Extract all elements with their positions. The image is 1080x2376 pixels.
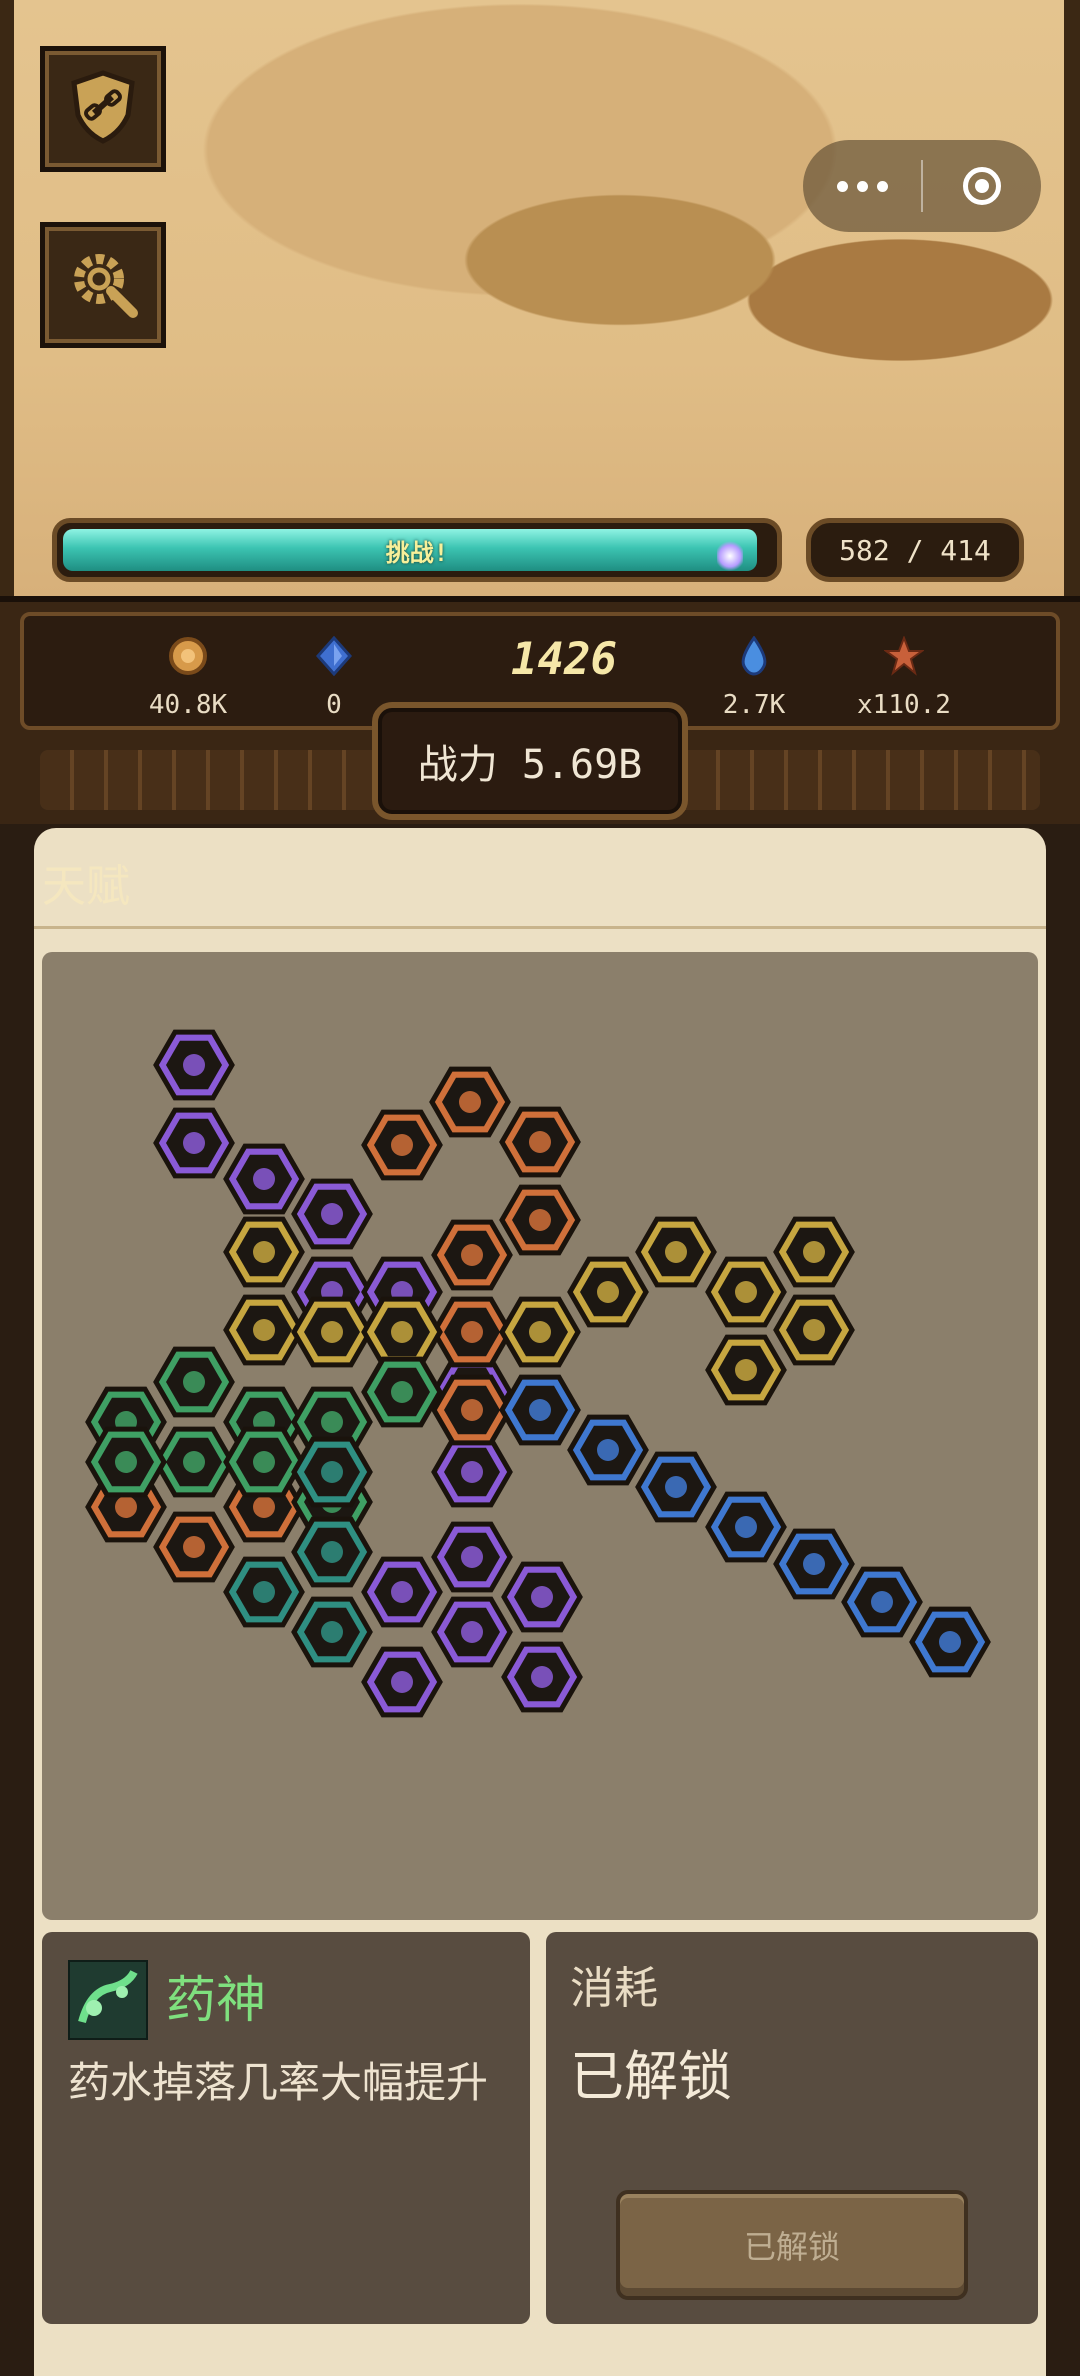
guild-button[interactable] (40, 46, 166, 172)
cost-card: 消耗 已解锁 已解锁 (546, 1932, 1038, 2324)
talent-node-purple-11[interactable] (501, 1561, 583, 1633)
water-value: 2.7K (722, 690, 786, 720)
talent-node-teal-53[interactable] (291, 1596, 373, 1668)
talent-node-yellow-27[interactable] (361, 1296, 443, 1368)
challenge-progress-bar[interactable]: 挑战! (52, 518, 782, 582)
talent-node-yellow-26[interactable] (291, 1296, 373, 1368)
talent-node-green-39[interactable] (223, 1426, 305, 1498)
talent-node-purple-3[interactable] (291, 1178, 373, 1250)
resource-water: 2.7K (694, 636, 814, 720)
resource-hud: 40.8K 0 1426 2.7K x110.2 战力 5.69B (0, 596, 1080, 824)
talent-node-blue-50[interactable] (909, 1606, 991, 1678)
star-value: x110.2 (857, 690, 951, 720)
water-drop-icon (734, 636, 774, 676)
talent-name: 药神 (166, 1971, 266, 2029)
mini-program-capsule (803, 140, 1041, 232)
talent-node-purple-12[interactable] (501, 1641, 583, 1713)
talent-node-blue-44[interactable] (499, 1374, 581, 1446)
combat-power: 战力 5.69B (372, 702, 688, 820)
talent-node-purple-2[interactable] (223, 1143, 305, 1215)
stage-counter: 582 / 414 (806, 518, 1024, 582)
talent-node-yellow-28[interactable] (499, 1296, 581, 1368)
star-icon (884, 636, 924, 676)
talent-info-card: 药神 药水掉落几率大幅提升 (42, 1932, 530, 2324)
talent-node-yellow-29[interactable] (567, 1256, 649, 1328)
map-border (1064, 0, 1080, 600)
talent-node-green-41[interactable] (85, 1426, 167, 1498)
unlock-button[interactable]: 已解锁 (616, 2190, 968, 2300)
more-dots-icon[interactable] (803, 180, 921, 192)
talent-node-yellow-30[interactable] (635, 1216, 717, 1288)
talent-node-orange-14[interactable] (361, 1109, 443, 1181)
talent-tree (42, 952, 1038, 1920)
panel-title: 天赋 (42, 861, 130, 912)
challenge-label: 挑战! (385, 538, 449, 567)
talent-node-green-42[interactable] (361, 1356, 443, 1428)
talent-panel: 天赋 药神 药水掉落几率大幅提升 消耗 已解锁 已解锁 (34, 828, 1046, 2376)
talent-node-purple-10[interactable] (431, 1596, 513, 1668)
settings-wrench-icon (65, 245, 141, 325)
coin-value: 40.8K (148, 690, 228, 720)
talent-node-yellow-34[interactable] (705, 1334, 787, 1406)
talent-node-purple-1[interactable] (153, 1107, 235, 1179)
talent-node-yellow-24[interactable] (223, 1216, 305, 1288)
talent-node-blue-49[interactable] (841, 1566, 923, 1638)
level-number: 1426 (511, 634, 617, 685)
talent-node-purple-9[interactable] (361, 1556, 443, 1628)
talent-node-purple-7[interactable] (431, 1436, 513, 1508)
settings-button[interactable] (40, 222, 166, 348)
cost-value: 已解锁 (570, 2045, 732, 2108)
talent-node-orange-16[interactable] (499, 1106, 581, 1178)
talent-node-orange-20[interactable] (431, 1374, 513, 1446)
talent-node-green-38[interactable] (153, 1426, 235, 1498)
potion-god-icon (68, 1960, 148, 2040)
coin-icon (168, 636, 208, 676)
cost-label: 消耗 (570, 1963, 658, 2014)
talent-node-orange-17[interactable] (499, 1184, 581, 1256)
talent-node-blue-45[interactable] (567, 1414, 649, 1486)
talent-node-blue-47[interactable] (705, 1491, 787, 1563)
shield-link-icon (68, 69, 138, 149)
talent-node-yellow-31[interactable] (705, 1256, 787, 1328)
resource-coin: 40.8K (128, 636, 248, 720)
gem-icon (314, 636, 354, 676)
talent-node-orange-15[interactable] (429, 1066, 511, 1138)
talent-node-yellow-32[interactable] (773, 1216, 855, 1288)
resource-star: x110.2 (844, 636, 964, 720)
talent-node-teal-54[interactable] (291, 1436, 373, 1508)
talent-description: 药水掉落几率大幅提升 (68, 2058, 489, 2107)
talent-node-purple-0[interactable] (153, 1029, 235, 1101)
talent-node-teal-52[interactable] (291, 1516, 373, 1588)
talent-node-yellow-33[interactable] (773, 1294, 855, 1366)
talent-node-yellow-25[interactable] (223, 1294, 305, 1366)
talent-node-green-36[interactable] (153, 1346, 235, 1418)
talent-node-orange-22[interactable] (153, 1511, 235, 1583)
talent-tree-svg (85, 1029, 991, 1718)
talent-node-orange-19[interactable] (431, 1296, 513, 1368)
record-circle-icon[interactable] (923, 167, 1041, 205)
divider (34, 926, 1046, 929)
talent-node-blue-48[interactable] (773, 1528, 855, 1600)
resource-gem: 0 (274, 636, 394, 720)
talent-node-purple-13[interactable] (361, 1646, 443, 1718)
talent-node-orange-18[interactable] (431, 1219, 513, 1291)
talent-node-teal-51[interactable] (223, 1556, 305, 1628)
talent-node-blue-46[interactable] (635, 1451, 717, 1523)
talent-node-purple-8[interactable] (431, 1521, 513, 1593)
